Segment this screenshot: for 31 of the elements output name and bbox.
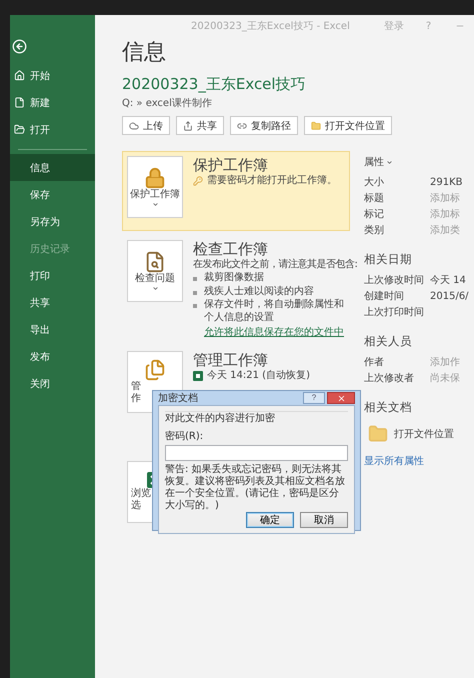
property-label: 创建时间: [364, 290, 405, 303]
property-label: 大小: [364, 176, 385, 189]
property-label: 上次修改时间: [364, 274, 425, 287]
card-note: 需要密码才能打开此工作簿。: [207, 175, 337, 187]
page-heading: 信息: [122, 39, 167, 67]
group-label: 对此文件的内容进行加密: [165, 412, 276, 425]
property-label: 上次修改者: [364, 372, 415, 385]
file-path: Q: » excel课件制作: [122, 96, 213, 110]
card-title: 管理工作簿: [193, 351, 269, 369]
bullet-text: 裁剪图像数据: [204, 272, 265, 284]
property-value: 今天 14: [430, 274, 467, 287]
card-note: 今天 14:21 (自动恢复): [207, 370, 310, 382]
property-label: 类别: [364, 224, 385, 237]
section-heading: 相关日期: [364, 252, 412, 267]
card-title: 检查工作簿: [193, 240, 269, 258]
card-title: 保护工作簿: [193, 156, 269, 174]
window-title: 20200323_王东Excel技巧 - Excel: [191, 20, 350, 33]
property-label: 作者: [364, 356, 385, 369]
file-name: 20200323_王东Excel技巧: [122, 75, 307, 94]
property-label: 标题: [364, 192, 385, 205]
card-description: 在发布此文件之前，请注意其是否包含:: [193, 259, 358, 271]
property-label: 标记: [364, 208, 385, 221]
property-label: 上次打印时间: [364, 306, 425, 319]
bullet-text: 残疾人士难以阅读的内容: [204, 286, 315, 298]
bullet-text: 保存文件时，将自动删除属性和个人信息的设置: [204, 299, 345, 324]
section-heading: 相关人员: [364, 334, 412, 349]
section-heading: 相关文档: [364, 400, 412, 415]
property-value: 2015/6/: [430, 290, 470, 302]
property-value: 291KB: [430, 176, 464, 188]
warning-text: 警告: 如果丢失或忘记密码，则无法将其恢复。建议将密码列表及其相应文档名放在一个安全位置。(请记住，密码是区分大小写的。): [165, 464, 346, 512]
field-label: 密码(R):: [165, 430, 204, 443]
